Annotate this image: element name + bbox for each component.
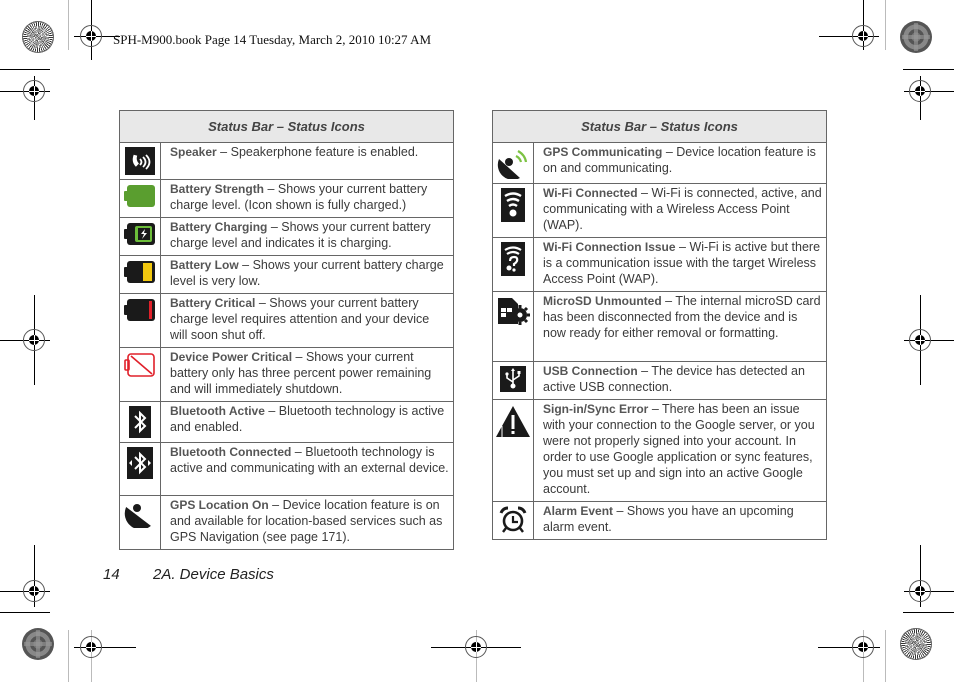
table-row: USB Connection – The device has detected…: [492, 361, 827, 400]
table-row: Wi-Fi Connection Issue – Wi-Fi is active…: [492, 237, 827, 292]
row-term: Speaker: [170, 145, 217, 159]
bluetooth-active-icon: [129, 406, 151, 438]
table-row: Device Power Critical – Shows your curre…: [119, 347, 454, 402]
row-term: Wi-Fi Connection Issue: [543, 240, 676, 254]
section-title: 2A. Device Basics: [153, 566, 274, 583]
table-row: GPS Location On – Device location featur…: [119, 495, 454, 550]
bluetooth-connected-icon: [127, 447, 153, 479]
wifi-connected-icon: [501, 188, 525, 222]
table-row: MicroSD Unmounted – The internal microSD…: [492, 291, 827, 362]
color-rosette-mark: [900, 628, 932, 660]
row-term: Alarm Event: [543, 504, 614, 518]
table-title: Status Bar – Status Icons: [492, 110, 827, 143]
table-row: Battery Critical – Shows your current ba…: [119, 293, 454, 348]
battery-charging-icon: [124, 223, 155, 245]
gps-communicating-icon: [497, 150, 528, 179]
table-row: Alarm Event – Shows you have an upcoming…: [492, 501, 827, 540]
row-term: Battery Low: [170, 258, 239, 272]
wifi-issue-icon: [501, 242, 525, 276]
row-term: Battery Critical: [170, 296, 256, 310]
device-power-critical-icon: [124, 353, 155, 377]
table-row: Speaker – Speakerphone feature is enable…: [119, 142, 454, 180]
gps-location-icon: [124, 504, 151, 528]
crop-line: [885, 630, 886, 682]
row-term: Bluetooth Connected: [170, 445, 292, 459]
table-title: Status Bar – Status Icons: [119, 110, 454, 143]
table-row: Battery Charging – Shows your current ba…: [119, 217, 454, 256]
crop-line: [68, 0, 69, 50]
crop-line: [68, 630, 69, 682]
table-row: Battery Low – Shows your current battery…: [119, 255, 454, 294]
row-term: Bluetooth Active: [170, 404, 265, 418]
table-row: Sign-in/Sync Error – There has been an i…: [492, 399, 827, 502]
crop-line: [885, 0, 886, 50]
status-icons-table-left: Status Bar – Status Icons Speaker – Spea…: [119, 110, 454, 550]
warning-icon: [496, 406, 530, 437]
table-row: Bluetooth Active – Bluetooth technology …: [119, 401, 454, 443]
color-rosette-mark: [22, 21, 54, 53]
row-term: GPS Communicating: [543, 145, 663, 159]
row-term: GPS Location On: [170, 498, 269, 512]
row-text: – There has been an issue with your conn…: [543, 402, 815, 496]
color-rosette-mark: [900, 21, 932, 53]
print-header: SPH-M900.book Page 14 Tuesday, March 2, …: [113, 32, 432, 47]
row-term: USB Connection: [543, 364, 638, 378]
usb-icon: [500, 366, 526, 392]
battery-critical-icon: [124, 299, 155, 321]
row-term: Sign-in/Sync Error: [543, 402, 649, 416]
row-term: Device Power Critical: [170, 350, 293, 364]
row-term: Battery Charging: [170, 220, 268, 234]
row-term: Wi-Fi Connected: [543, 186, 638, 200]
alarm-icon: [499, 506, 527, 533]
status-icons-table-right: Status Bar – Status Icons GPS Communicat…: [492, 110, 827, 540]
page-number: 14: [103, 566, 120, 583]
table-row: Battery Strength – Shows your current ba…: [119, 179, 454, 218]
speaker-icon: [125, 147, 155, 175]
row-text: – Speakerphone feature is enabled.: [216, 145, 419, 159]
battery-low-icon: [124, 261, 155, 283]
microsd-unmounted-icon: [498, 298, 530, 325]
table-row: Bluetooth Connected – Bluetooth technolo…: [119, 442, 454, 496]
row-term: Battery Strength: [170, 182, 265, 196]
table-row: GPS Communicating – Device location feat…: [492, 142, 827, 184]
row-term: MicroSD Unmounted: [543, 294, 662, 308]
battery-full-icon: [124, 185, 155, 207]
table-row: Wi-Fi Connected – Wi-Fi is connected, ac…: [492, 183, 827, 238]
color-rosette-mark: [22, 628, 54, 660]
